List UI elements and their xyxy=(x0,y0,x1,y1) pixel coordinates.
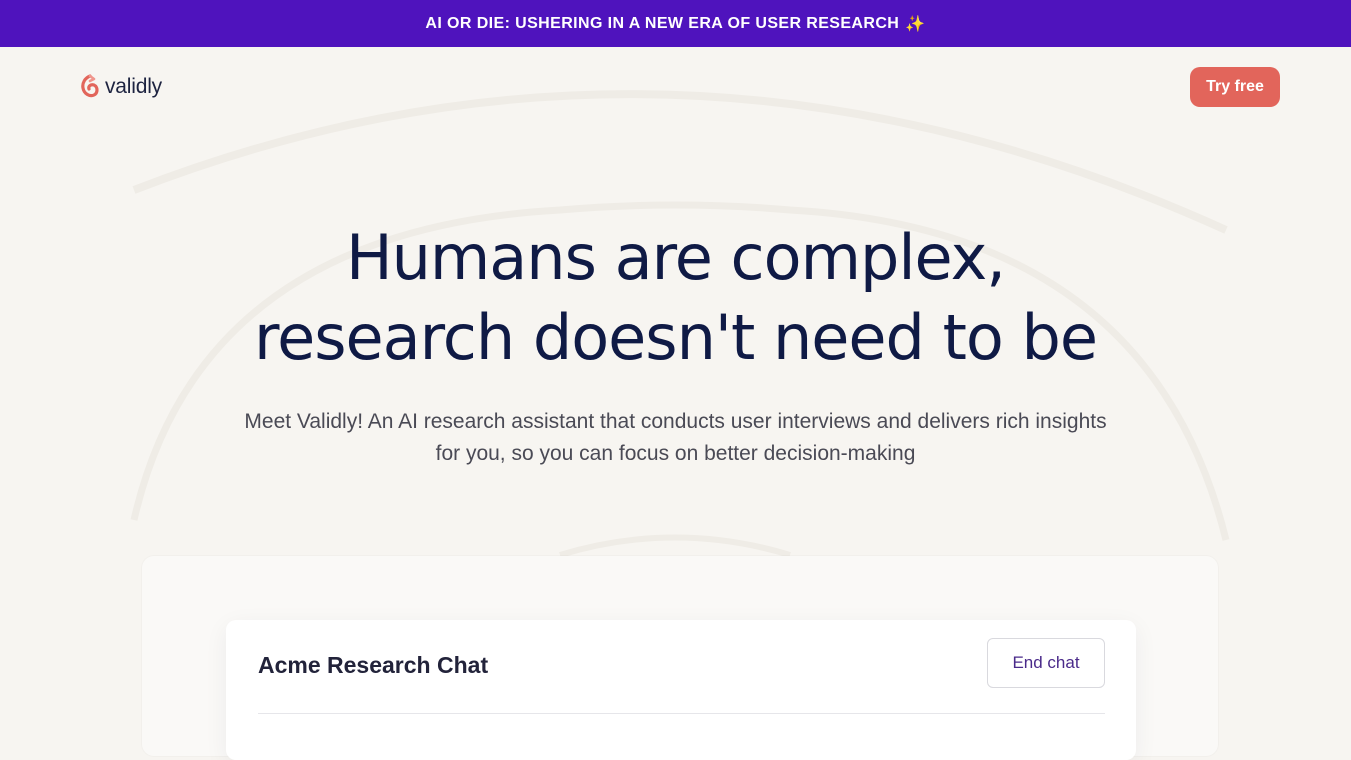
chat-card: Acme Research Chat End chat xyxy=(226,620,1136,760)
announcement-banner[interactable]: AI OR DIE: USHERING IN A NEW ERA OF USER… xyxy=(0,0,1351,47)
chat-title: Acme Research Chat xyxy=(258,652,489,678)
logo-link[interactable]: validly xyxy=(79,74,162,100)
hero-title: Humans are complex, research doesn't nee… xyxy=(0,218,1351,378)
hero-title-line-2: research doesn't need to be xyxy=(253,301,1098,374)
end-chat-button[interactable]: End chat xyxy=(987,638,1105,688)
banner-text: AI OR DIE: USHERING IN A NEW ERA OF USER… xyxy=(425,14,900,32)
hero-subtitle: Meet Validly! An AI research assistant t… xyxy=(244,410,1107,465)
hero-section: Humans are complex, research doesn't nee… xyxy=(0,218,1351,470)
sparkle-icon: ✨ xyxy=(905,15,926,33)
chat-divider xyxy=(258,713,1105,714)
try-free-button[interactable]: Try free xyxy=(1190,67,1280,107)
validly-logo-icon xyxy=(81,74,99,98)
hero-title-line-1: Humans are complex, xyxy=(345,221,1006,294)
top-navigation: validly Try free xyxy=(0,47,1351,129)
logo-text: validly xyxy=(105,75,162,98)
